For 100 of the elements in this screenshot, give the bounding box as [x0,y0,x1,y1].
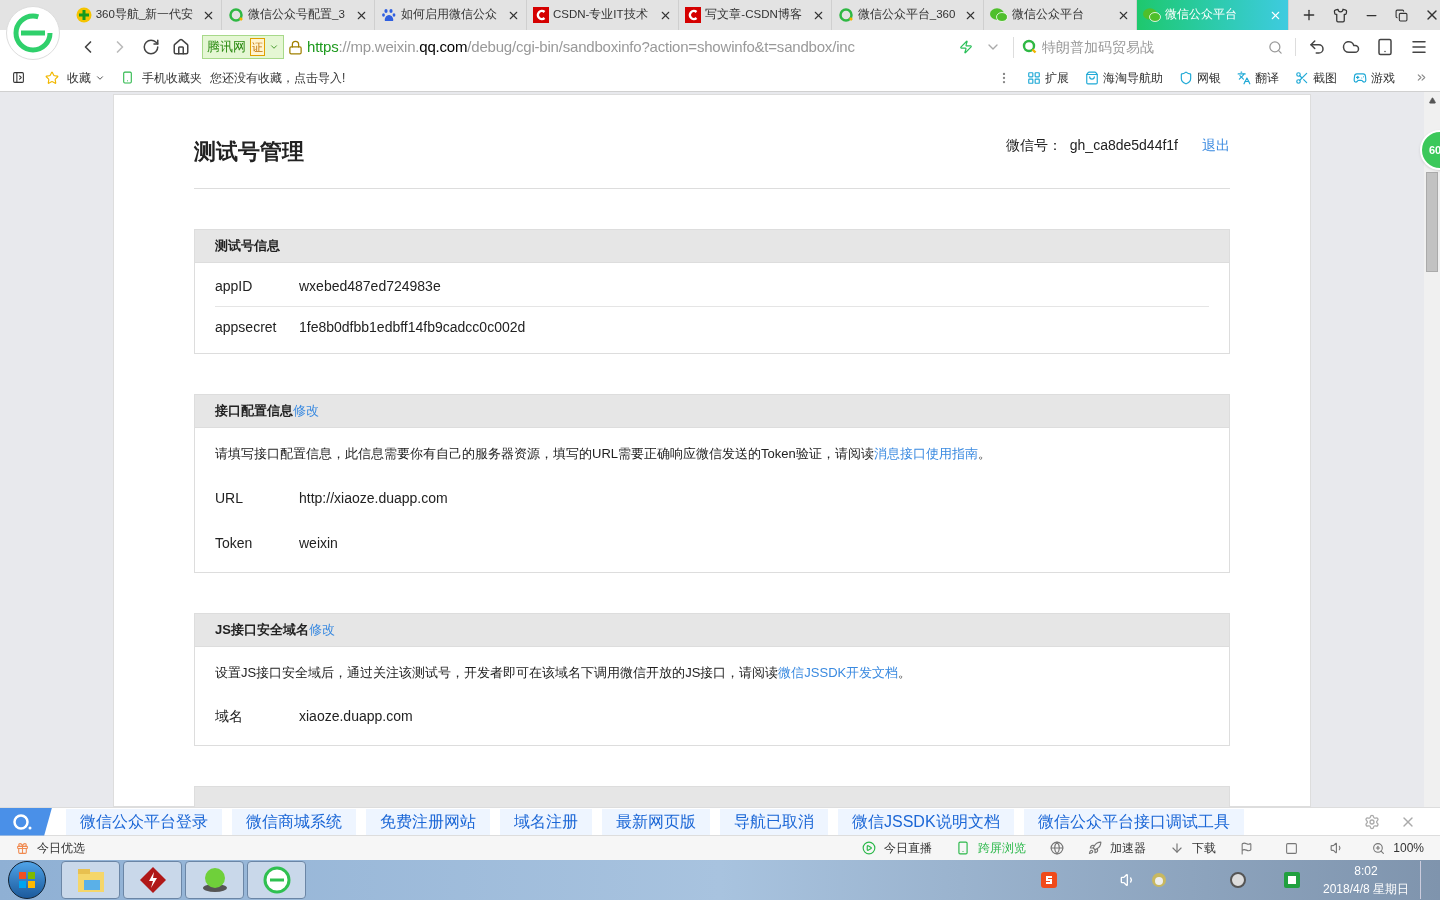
gamepad-icon [1353,70,1367,85]
site-badge[interactable]: 腾讯网 证 [202,35,284,59]
field-label: appID [215,277,254,296]
folder-icon [75,866,106,894]
taskbar-app[interactable] [61,861,120,899]
toolbar-extension[interactable]: 截图 [1295,68,1337,87]
daily-picks-link[interactable]: 今日优选 [37,839,85,857]
field-label: appsecret [215,317,278,337]
taskbar-app[interactable] [247,861,306,899]
section-note: 设置JS接口安全域后，通过关注该测试号，开发者即可在该域名下调用微信开放的JS接口，请阅读微信JSSDK开发文档。 [215,663,913,682]
zoom-level[interactable]: 100% [1393,839,1424,857]
tab-title: 如何启用微信公众 [400,7,498,23]
ring-icon [837,7,854,23]
accelerator-link[interactable]: 加速器 [1110,839,1147,857]
panel-title: 接口配置信息 [215,402,293,421]
doc-link[interactable]: 微信JSSDK开发文档 [778,664,899,680]
taskbar-app[interactable] [185,861,244,899]
field-value: xiaoze.duapp.com [299,707,413,726]
search-engine-icon [1022,39,1038,55]
nav-link[interactable]: 微信JSSDK说明文档 [838,808,1014,835]
tab-title: 微信公众平台 [1012,7,1086,23]
toolbar-extension[interactable]: 海淘导航助 [1085,68,1163,87]
toolbar-extension[interactable]: 网银 [1179,68,1221,87]
page-title: 测试号管理 [194,138,305,166]
field-value: http://xiaoze.duapp.com [299,488,448,508]
field-value: weixin [299,533,338,553]
sidebar-toggle-icon[interactable] [12,71,25,84]
bag-icon [1085,70,1099,85]
mobile-favorites-link[interactable]: 手机收藏夹 [142,68,202,87]
nav-link[interactable]: 导航已取消 [720,808,828,835]
account-id: gh_ca8de5d44f1f [1069,136,1178,155]
field-label: 域名 [215,707,244,726]
panel-title: JS接口安全域名 [215,620,309,639]
menu-icon[interactable] [1410,38,1428,56]
start-button[interactable] [8,861,46,899]
chat-bubble-icon [1142,7,1161,23]
nav-link[interactable]: 微信商城系统 [232,808,356,835]
tablet-icon[interactable] [1376,38,1394,56]
play-icon [862,841,877,855]
tray-app-icon[interactable] [1229,872,1246,888]
browser-icon [261,866,292,894]
nav-link[interactable]: 微信公众平台登录 [66,808,222,835]
zoom-icon [1372,841,1386,855]
plus-ball-icon [75,7,92,23]
chat-bubble-icon [990,7,1009,23]
shirt-icon[interactable] [1332,7,1348,23]
window-icon[interactable] [1285,841,1299,855]
download-link[interactable]: 下载 [1192,839,1217,857]
field-label: URL [215,488,244,508]
grid-icon [1027,70,1041,85]
input-method-icon[interactable] [1040,872,1057,888]
clock-date: 2018/4/8 星期日 [1322,881,1409,898]
nav-link[interactable]: 微信公众平台接口调试工具 [1023,808,1244,835]
restore-icon[interactable] [1394,8,1408,22]
favorites-menu[interactable]: 收藏 [67,68,105,87]
phone-icon [956,841,971,855]
live-link[interactable]: 今日直播 [884,839,933,857]
phone-icon [121,71,134,84]
translate-icon [1237,70,1251,85]
tab-title: 微信公众号配置_3 [248,7,346,23]
nav-link[interactable]: 域名注册 [500,808,592,835]
toolbar-extension[interactable]: 翻译 [1237,68,1279,87]
cert-mark: 证 [250,37,265,57]
tray-app-icon[interactable] [1283,872,1300,888]
undo-icon[interactable] [1308,38,1326,56]
reload-icon[interactable] [142,38,160,56]
address-field[interactable]: https://mp.weixin.qq.com/debug/cgi-bin/sandboxinfo?action=showinfo&t=sandbox/inc [307,35,955,59]
panel-title: 测试号信息 [215,237,280,256]
nav-link[interactable]: 免费注册网站 [366,808,490,835]
account-label: 微信号： [1005,136,1062,155]
clock-time: 8:02 [1354,863,1378,880]
doc-link[interactable]: 消息接口使用指南 [873,446,978,461]
shield-icon [1179,70,1193,85]
caret-icon [269,42,279,52]
search-icon[interactable] [1268,39,1283,55]
scrollbar-thumb[interactable] [1426,172,1438,272]
lock-icon [288,39,303,55]
scroll-up-icon[interactable] [1428,97,1436,104]
lightning-icon [959,40,973,54]
rocket-icon [1088,841,1103,855]
paw-icon [380,7,397,23]
tab-title: 微信公众平台 [1164,7,1238,23]
nav-link[interactable]: 最新网页版 [602,808,710,835]
globe-icon[interactable] [1050,841,1065,855]
toolbar-extension[interactable]: 扩展 [1027,68,1069,87]
home-icon[interactable] [172,38,190,56]
empty-favorites-hint[interactable]: 您还没有收藏，点击导入! [210,68,346,87]
tab-title: 写文章-CSDN博客 [705,7,803,23]
tab-title: 360导航_新一代安 [95,7,195,23]
overflow-icon[interactable] [1415,71,1428,84]
star-icon [45,70,59,85]
search-logo[interactable] [0,807,52,836]
scissors-icon [1295,70,1309,85]
logout-link[interactable]: 退出 [1202,135,1230,156]
ring-icon [228,7,245,23]
flag-icon[interactable] [1240,841,1254,855]
section-note: 请填写接口配置信息，此信息需要你有自己的服务器资源，填写的URL需要正确响应微信发送的Token验证，请阅读消息接口使用指南。 [215,445,992,463]
cloud-icon[interactable] [1342,38,1360,56]
taskbar-app[interactable] [123,861,182,899]
toolbar-extension[interactable]: 游戏 [1353,68,1395,87]
